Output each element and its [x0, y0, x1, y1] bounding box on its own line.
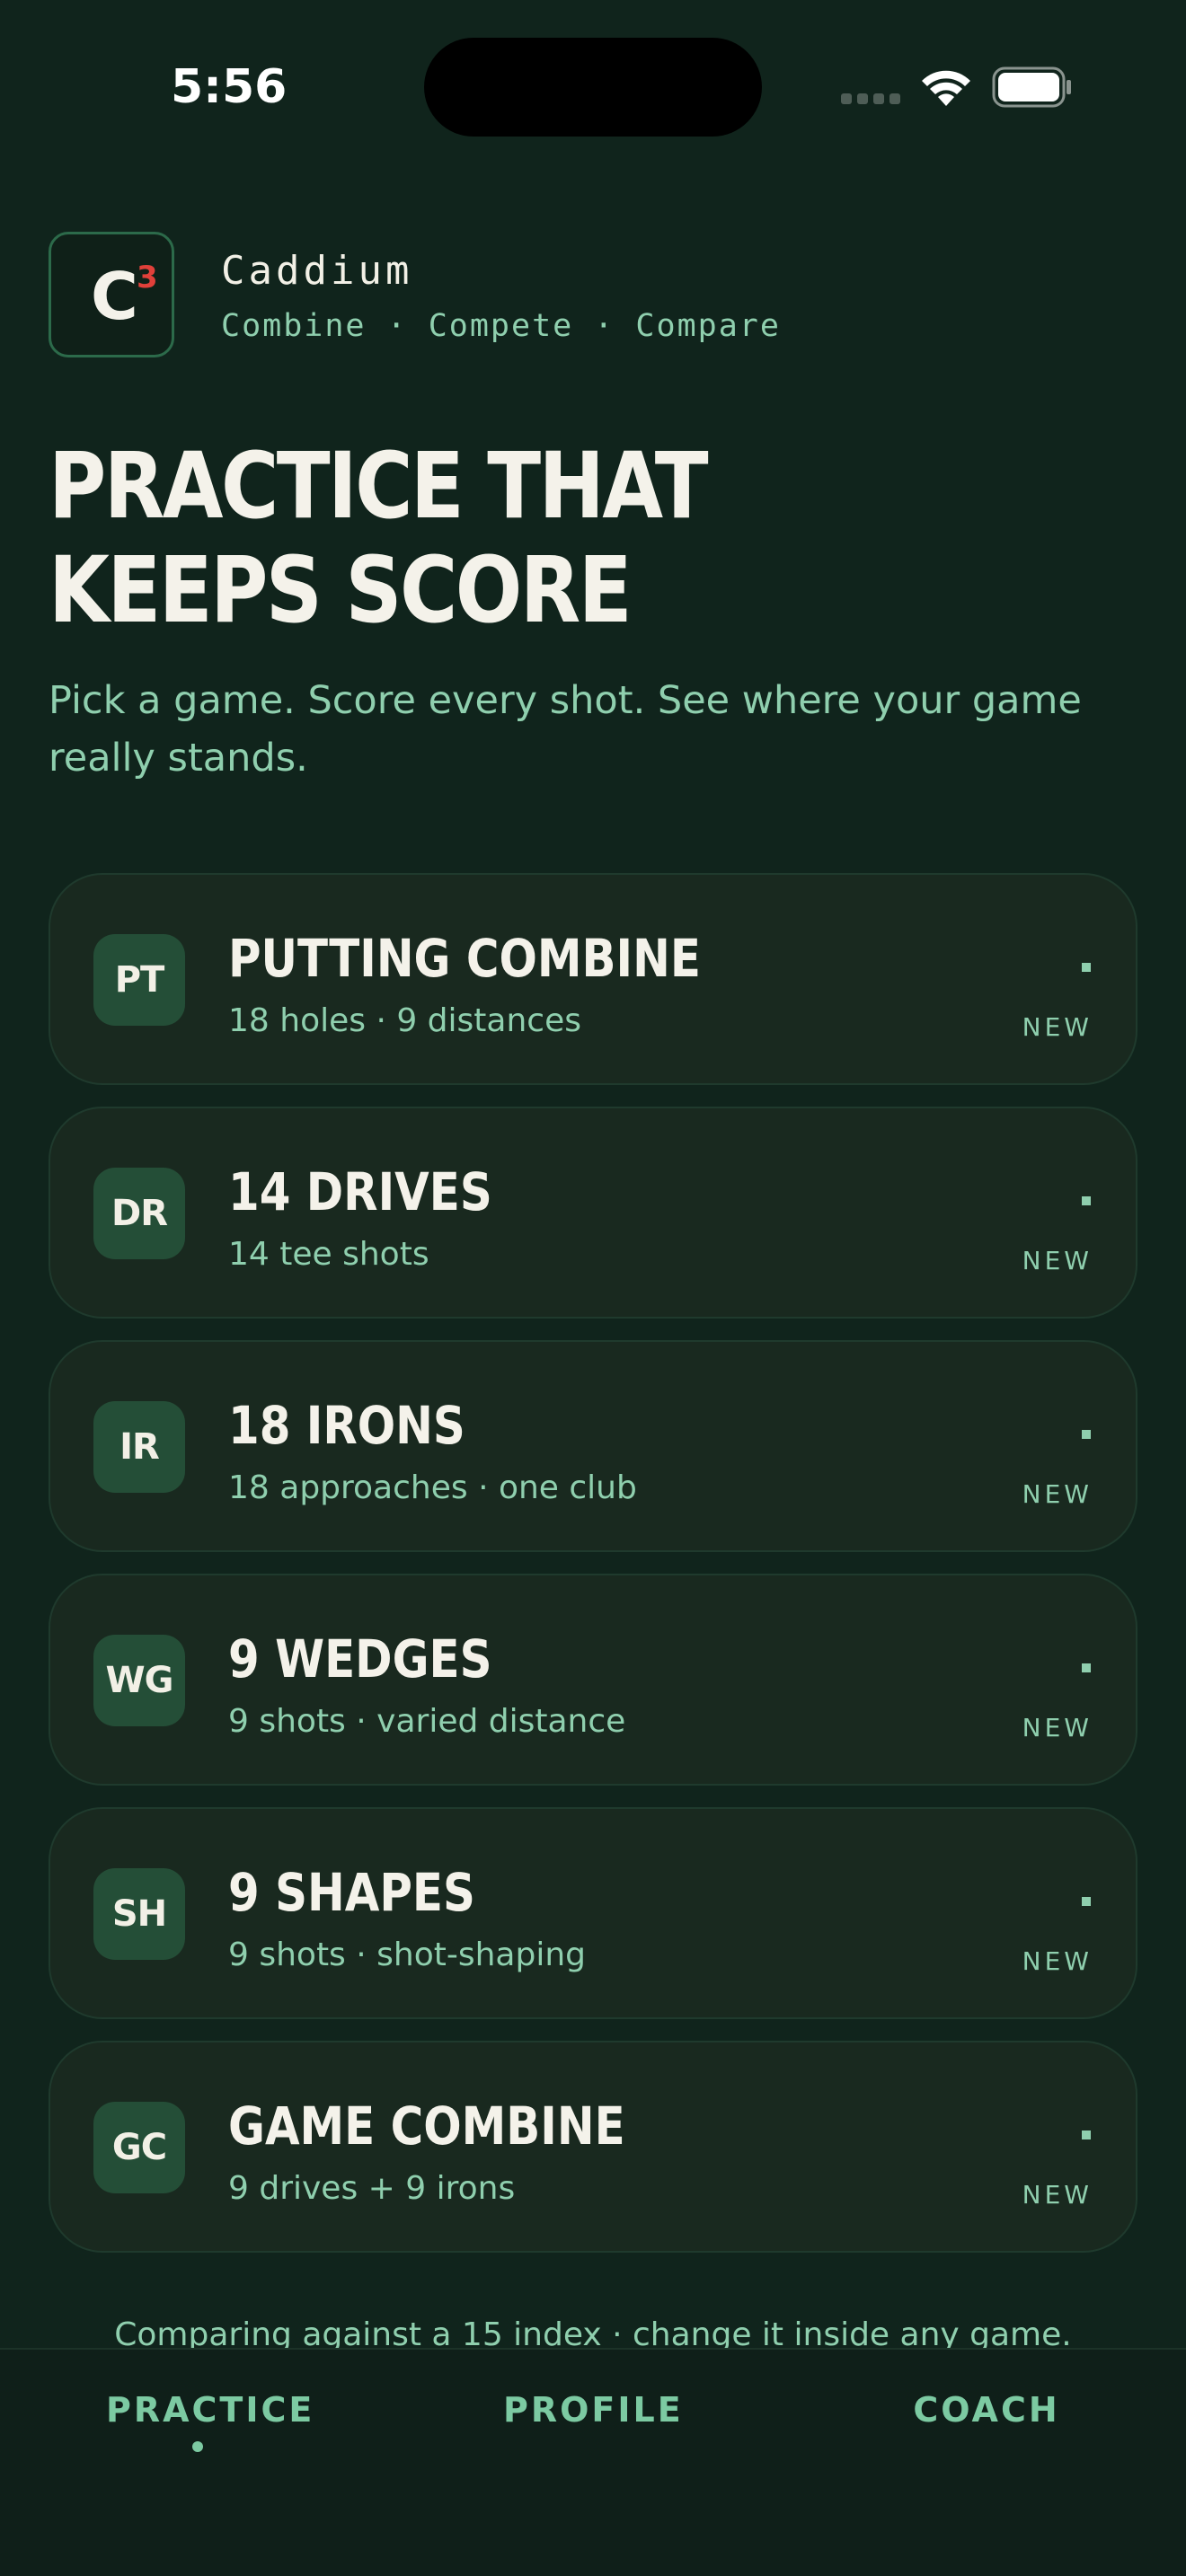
logo-superscript: 3 [137, 260, 158, 296]
game-title: 14 DRIVES [228, 1161, 492, 1222]
game-subtitle: 14 tee shots [228, 1236, 429, 1273]
brand-tagline: Combine · Compete · Compare [221, 308, 781, 344]
game-title: 18 IRONS [228, 1395, 465, 1456]
tab-profile[interactable]: PROFILE [503, 2386, 683, 2434]
game-subtitle: 18 holes · 9 distances [228, 1002, 581, 1039]
game-card-9-wedges[interactable]: WG 9 WEDGES 9 shots · varied distance NE… [49, 1574, 1137, 1786]
page-title-line-2: KEEPS SCORE [49, 537, 633, 644]
status-dot [1082, 1663, 1091, 1672]
game-title: 9 WEDGES [228, 1628, 492, 1689]
game-badge: PT [93, 934, 185, 1026]
battery-icon [992, 66, 1071, 108]
new-tag: NEW [1022, 1713, 1093, 1742]
active-tab-indicator [192, 2441, 203, 2452]
status-dot [1082, 1897, 1091, 1906]
game-badge: GC [93, 2102, 185, 2193]
status-dot [1082, 1430, 1091, 1439]
game-badge: SH [93, 1868, 185, 1960]
app-logo: C 3 [49, 232, 174, 357]
tab-coach[interactable]: COACH [897, 2386, 1076, 2434]
page-title-line-1: PRACTICE THAT [49, 433, 709, 540]
game-card-18-irons[interactable]: IR 18 IRONS 18 approaches · one club NEW [49, 1340, 1137, 1552]
wifi-icon [922, 70, 970, 106]
practice-screen: 5:56 C 3 Caddium Combine · Compete · Com… [0, 0, 1186, 2576]
game-title: 9 SHAPES [228, 1862, 475, 1923]
new-tag: NEW [1022, 1246, 1093, 1275]
new-tag: NEW [1022, 1012, 1093, 1042]
game-subtitle: 9 shots · shot-shaping [228, 1936, 587, 1973]
page-title: PRACTICE THAT KEEPS SCORE [49, 435, 898, 643]
game-badge: WG [93, 1635, 185, 1726]
game-card-game-combine[interactable]: GC GAME COMBINE 9 drives + 9 irons NEW [49, 2041, 1137, 2253]
game-card-putting-combine[interactable]: PT PUTTING COMBINE 18 holes · 9 distance… [49, 873, 1137, 1085]
tab-practice[interactable]: PRACTICE [106, 2386, 312, 2434]
game-subtitle: 18 approaches · one club [228, 1469, 637, 1506]
new-tag: NEW [1022, 1946, 1093, 1976]
game-badge: DR [93, 1168, 185, 1259]
logo-letter: C [91, 259, 138, 334]
dynamic-island [424, 38, 762, 137]
new-tag: NEW [1022, 1479, 1093, 1509]
status-dot [1082, 963, 1091, 972]
cellular-signal-icon [841, 93, 902, 106]
status-time: 5:56 [171, 60, 288, 114]
brand-name: Caddium [221, 248, 413, 294]
tab-bar: PRACTICE PROFILE COACH [0, 2348, 1186, 2576]
game-card-14-drives[interactable]: DR 14 DRIVES 14 tee shots NEW [49, 1107, 1137, 1319]
status-dot [1082, 2130, 1091, 2139]
game-subtitle: 9 drives + 9 irons [228, 2170, 516, 2207]
status-dot [1082, 1196, 1091, 1205]
game-badge: IR [93, 1401, 185, 1493]
new-tag: NEW [1022, 2180, 1093, 2210]
game-subtitle: 9 shots · varied distance [228, 1703, 626, 1740]
game-title: GAME COMBINE [228, 2095, 625, 2157]
game-card-9-shapes[interactable]: SH 9 SHAPES 9 shots · shot-shaping NEW [49, 1807, 1137, 2019]
game-title: PUTTING COMBINE [228, 928, 701, 989]
page-subtitle: Pick a game. Score every shot. See where… [49, 678, 1082, 781]
